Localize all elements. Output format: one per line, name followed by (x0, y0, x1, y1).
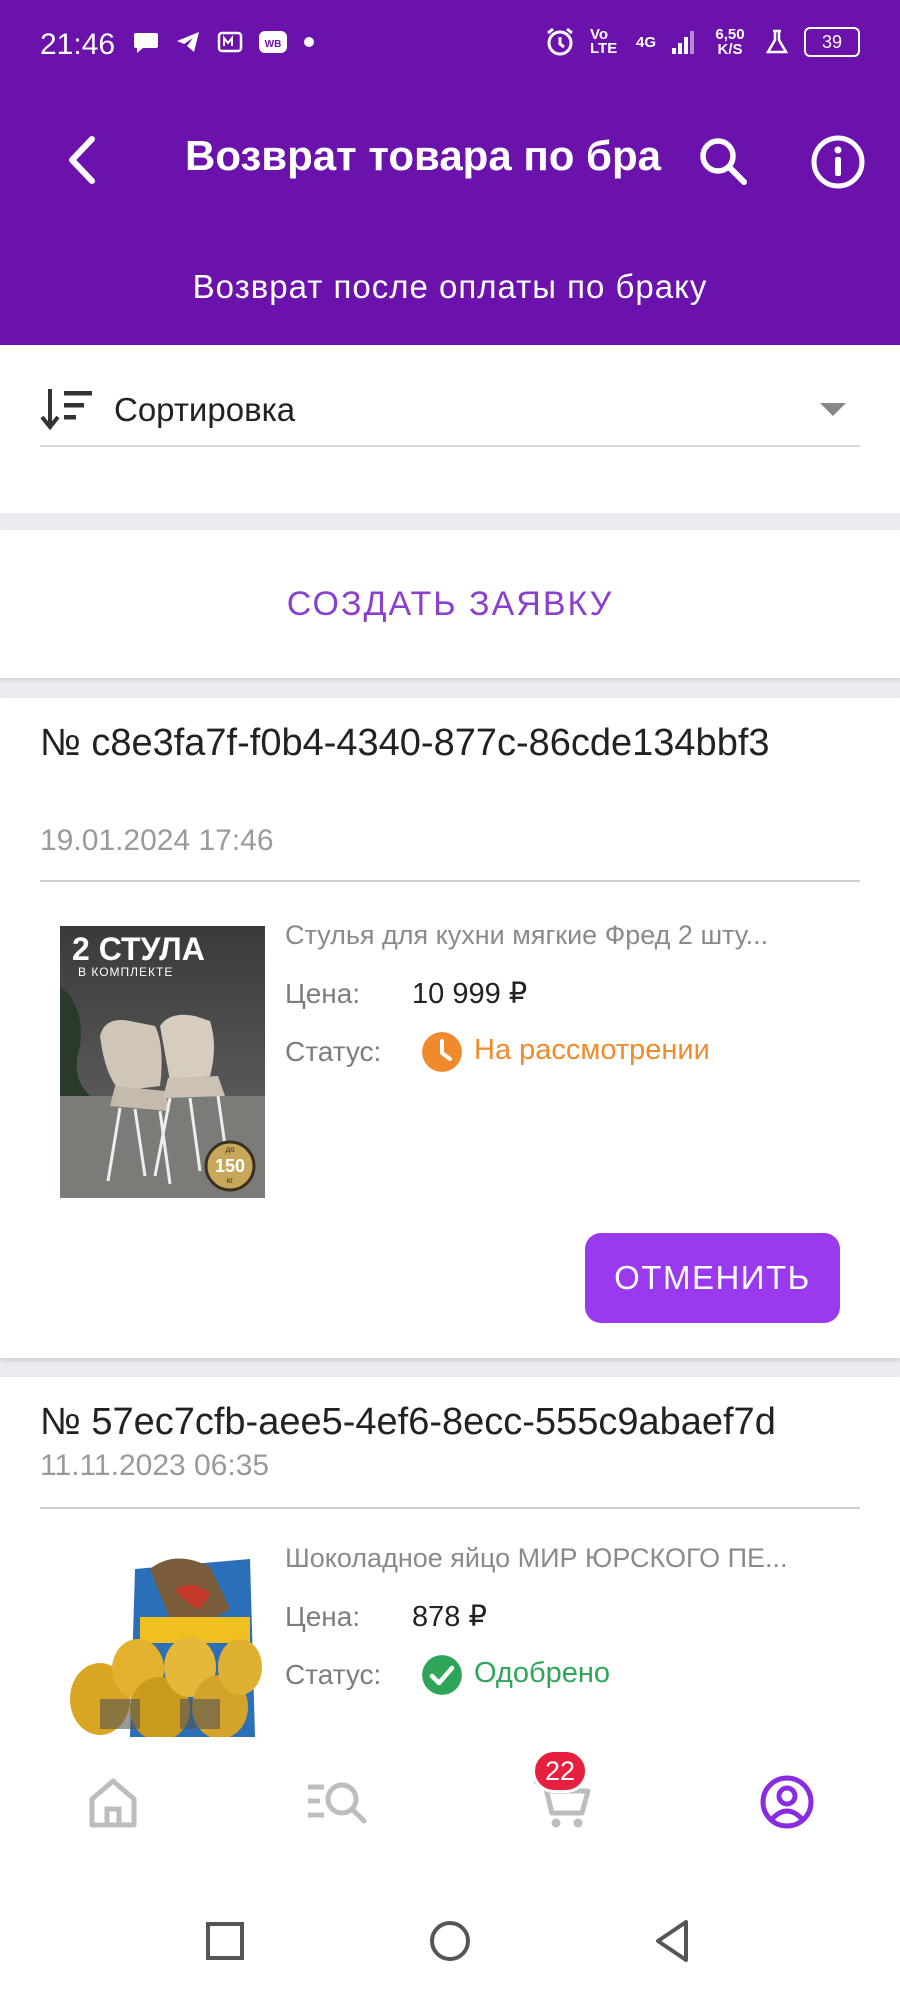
nav-home[interactable] (78, 1767, 148, 1837)
request-number: № c8e3fa7f-f0b4-4340-877c-86cde134bbf3 (40, 722, 770, 764)
telegram-icon (177, 32, 199, 52)
sort-label: Сортировка (114, 391, 296, 428)
status-time: 21:46 (40, 28, 116, 61)
product-image[interactable] (60, 1549, 265, 1737)
status-bar: 21:46 WB Vo LTE 4G 6,50 K/S 39 (0, 0, 900, 90)
search-button[interactable] (694, 132, 754, 192)
info-button[interactable] (808, 132, 868, 192)
square-icon (206, 1922, 244, 1960)
chevron-left-icon (69, 136, 95, 184)
app-m-icon (217, 31, 243, 53)
system-navigation-bar (0, 1882, 900, 2000)
profile-icon (760, 1775, 814, 1829)
page-title: Возврат товара по бра (185, 132, 662, 179)
product-image[interactable]: 2 СТУЛА В КОМПЛЕКТЕ до 150 кг (60, 926, 265, 1198)
create-request-card: СОЗДАТЬ ЗАЯВКУ (0, 530, 900, 678)
svg-text:WB: WB (265, 39, 282, 50)
price-value: 10 999 ₽ (412, 978, 528, 1010)
request-number: № 57ec7cfb-aee5-4ef6-8ecc-555c9abaef7d (40, 1401, 776, 1443)
network-indicator: 4G (635, 33, 656, 51)
svg-text:кг: кг (227, 1176, 234, 1185)
dot-icon (304, 37, 314, 47)
home-icon (89, 1778, 137, 1828)
svg-text:до: до (225, 1145, 235, 1154)
cancel-request-button[interactable]: ОТМЕНИТЬ (585, 1233, 840, 1323)
status-value: Одобрено (474, 1657, 610, 1689)
price-label: Цена: (285, 978, 361, 1009)
price-value: 878 ₽ (412, 1601, 487, 1633)
signal-icon (672, 31, 694, 54)
app-header: 21:46 WB Vo LTE 4G 6,50 K/S 39 Возврат т… (0, 0, 900, 345)
volte-indicator: Vo LTE (589, 26, 618, 57)
battery-indicator: 39 (804, 27, 860, 57)
status-value: На рассмотрении (474, 1034, 710, 1066)
status-label: Статус: (285, 1659, 382, 1690)
thumb-subline: В КОМПЛЕКТЕ (78, 965, 173, 979)
system-icons: Vo LTE 4G 6,50 K/S 39 (544, 26, 860, 58)
create-request-button[interactable]: СОЗДАТЬ ЗАЯВКУ (0, 530, 900, 678)
request-date: 19.01.2024 17:46 (40, 824, 274, 857)
return-request-card[interactable]: № 57ec7cfb-aee5-4ef6-8ecc-555c9abaef7d 1… (0, 1377, 900, 1737)
cart-count-badge: 22 (532, 1749, 589, 1793)
price-label: Цена: (285, 1601, 361, 1632)
sort-panel: Сортировка (0, 345, 900, 513)
triangle-back-icon (656, 1920, 688, 1962)
recents-button[interactable] (200, 1916, 250, 1966)
toolbar: Возврат товара по бра (0, 110, 900, 210)
chat-icon (134, 33, 158, 53)
search-icon (700, 138, 747, 185)
lab-icon (765, 29, 789, 54)
clock-icon (422, 1032, 462, 1072)
catalog-search-icon (308, 1782, 367, 1824)
bottom-navigation: 22 (0, 1737, 900, 1882)
back-button[interactable] (52, 130, 112, 190)
chocolate-egg-product-picture (60, 1549, 265, 1737)
nav-catalog[interactable] (302, 1767, 372, 1837)
status-label: Статус: (285, 1036, 382, 1067)
home-system-button[interactable] (425, 1916, 475, 1966)
sort-dropdown[interactable]: Сортировка (40, 385, 860, 447)
thumb-headline: 2 СТУЛА (72, 931, 205, 967)
product-name[interactable]: Стулья для кухни мягкие Фред 2 шту... (285, 920, 845, 951)
wb-icon: WB (259, 31, 287, 53)
chevron-down-icon (820, 403, 846, 416)
speed-indicator: 6,50 K/S (715, 26, 745, 58)
page-subtitle: Возврат после оплаты по браку (192, 268, 708, 305)
thumb-weight-badge: 150 (215, 1156, 245, 1176)
circle-icon (430, 1921, 470, 1961)
product-name[interactable]: Шоколадное яйцо МИР ЮРСКОГО ПЕ... (285, 1543, 845, 1574)
request-date: 11.11.2023 06:35 (40, 1449, 270, 1482)
alarm-icon (547, 27, 573, 56)
notification-icons: WB (132, 28, 316, 56)
return-request-card[interactable]: № c8e3fa7f-f0b4-4340-877c-86cde134bbf3 1… (0, 698, 900, 1358)
back-system-button[interactable] (648, 1916, 698, 1966)
divider (40, 1507, 860, 1509)
nav-profile[interactable] (752, 1767, 822, 1837)
sort-icon (40, 389, 92, 431)
chairs-product-picture: 2 СТУЛА В КОМПЛЕКТЕ до 150 кг (60, 926, 265, 1198)
check-circle-icon (422, 1655, 462, 1695)
info-icon (811, 135, 865, 189)
divider (40, 880, 860, 882)
